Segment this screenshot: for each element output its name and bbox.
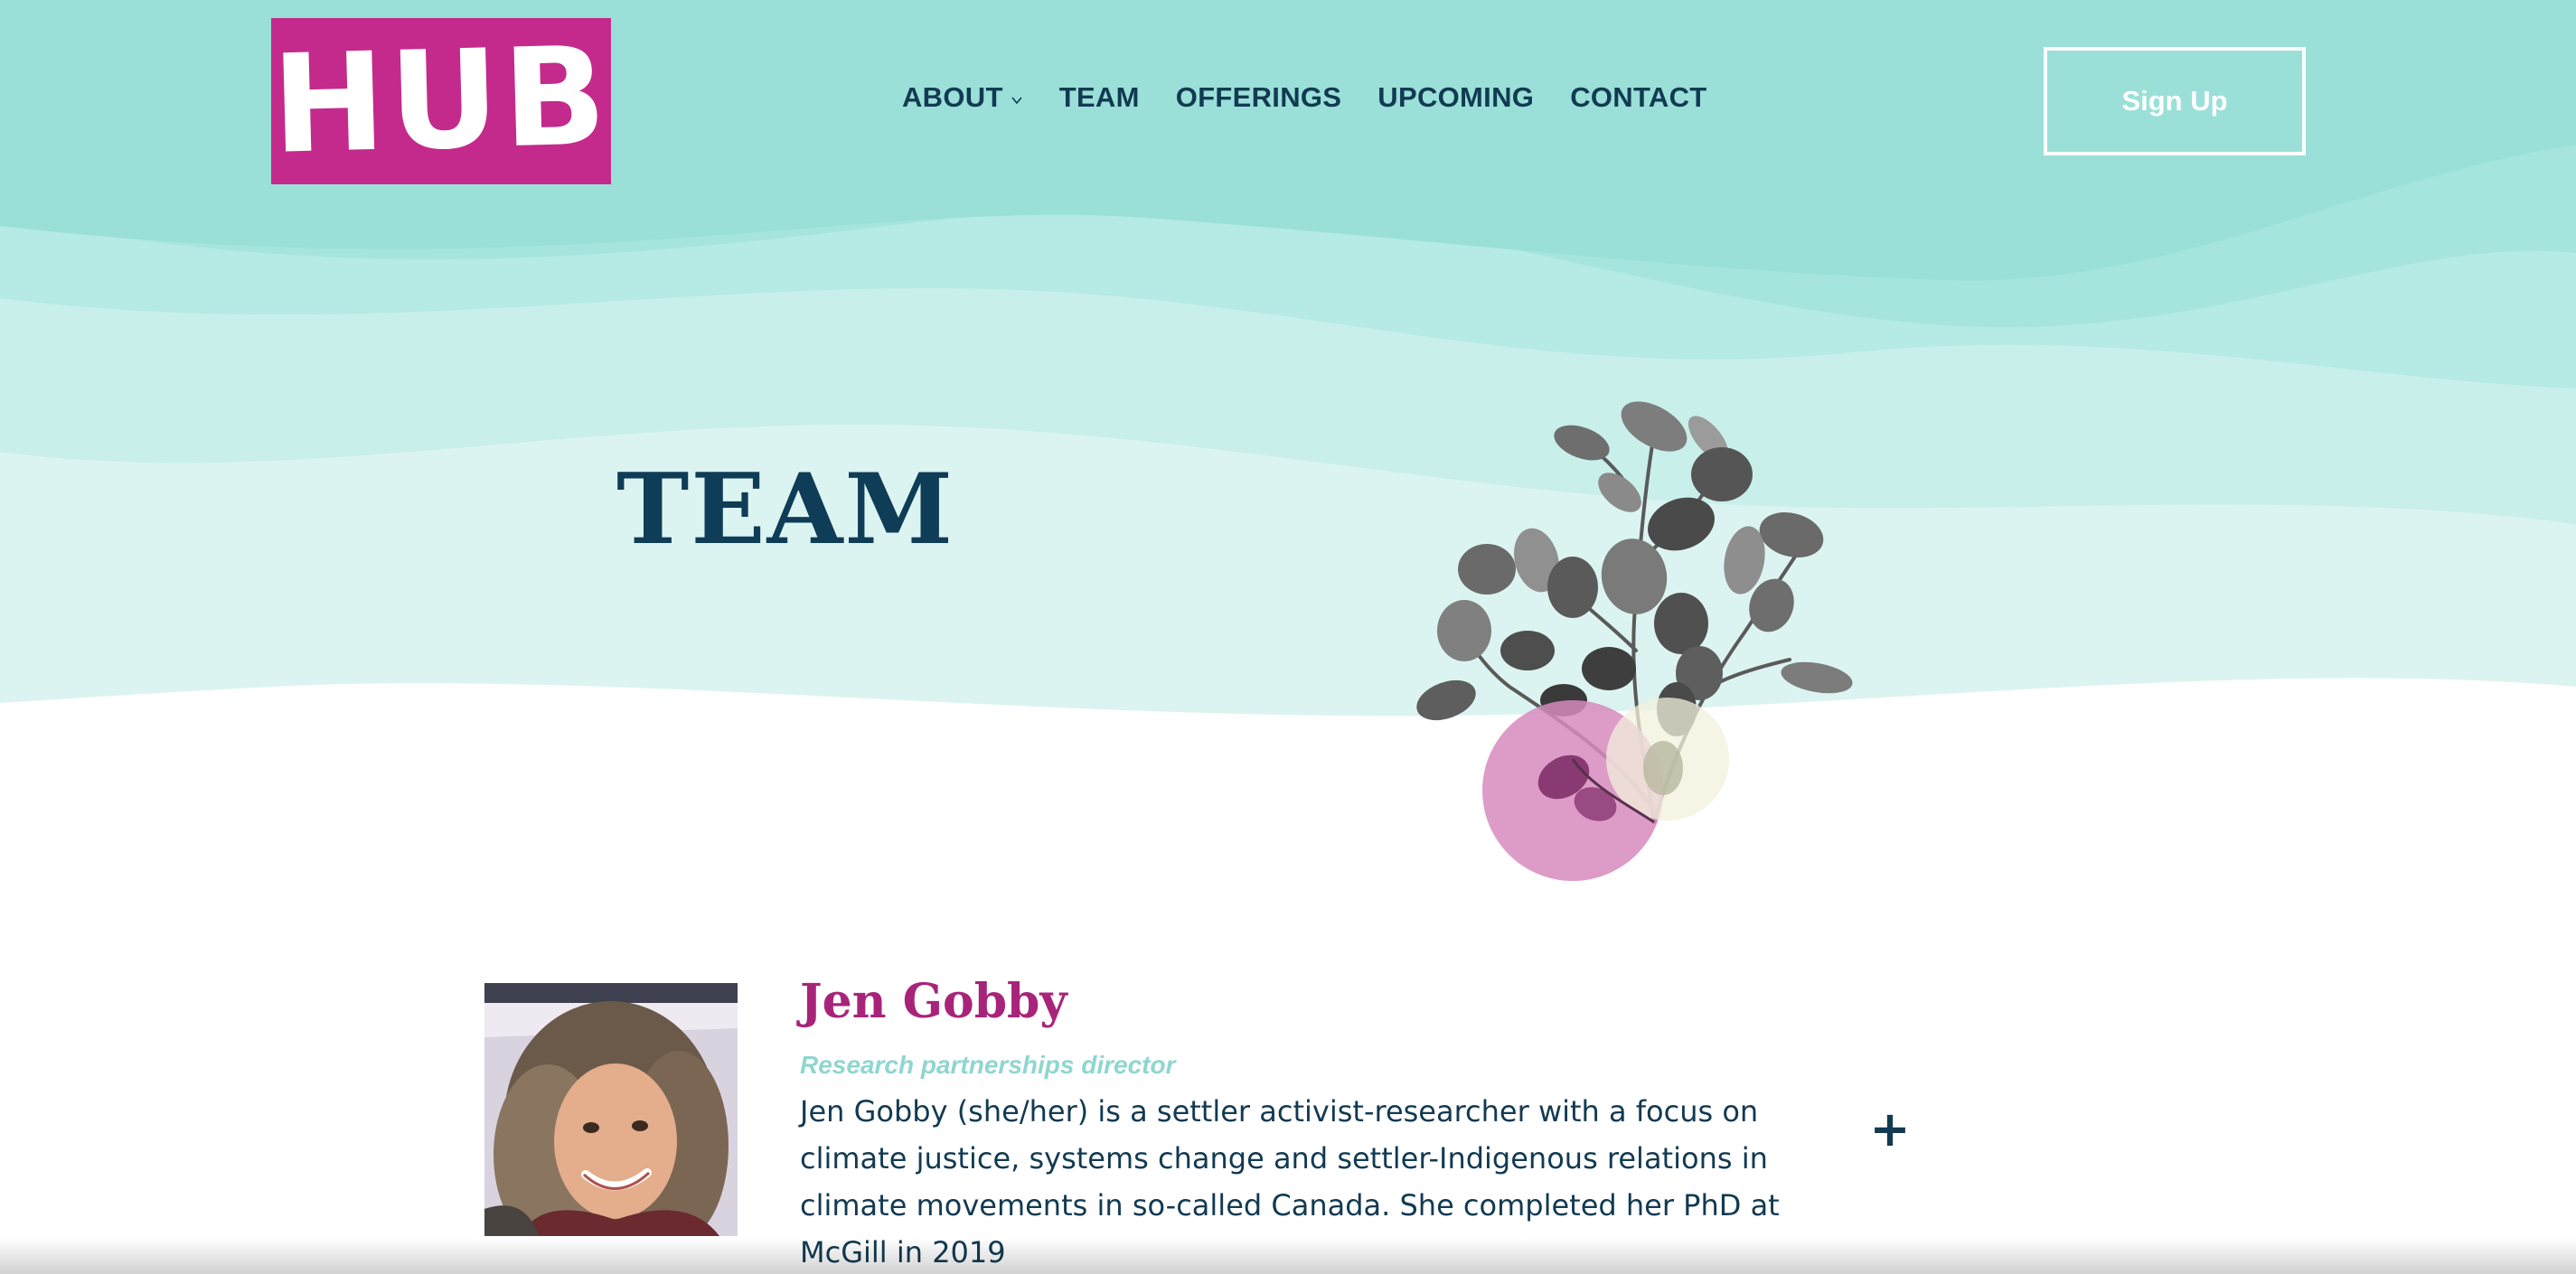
nav-item-team[interactable]: TEAM: [1059, 81, 1140, 114]
nav-about-label: ABOUT: [902, 81, 1003, 113]
nav-item-about[interactable]: ABOUT: [902, 81, 1023, 114]
nav-item-upcoming[interactable]: UPCOMING: [1377, 81, 1534, 114]
member-name: Jen Gobby: [800, 974, 1067, 1029]
member-role: Research partnerships director: [800, 1051, 1176, 1079]
chevron-down-icon: [1011, 97, 1022, 105]
nav-team-label: TEAM: [1058, 81, 1140, 113]
plus-icon[interactable]: +: [1867, 1102, 1913, 1157]
bottom-fade: [0, 1238, 2576, 1274]
hub-logo[interactable]: HUB: [269, 18, 613, 184]
nav-item-offerings[interactable]: OFFERINGS: [1176, 81, 1342, 114]
logo-text: HUB: [269, 18, 613, 184]
nav-upcoming-label: UPCOMING: [1377, 81, 1535, 113]
sign-up-button[interactable]: Sign Up: [2044, 47, 2306, 155]
main-nav: ABOUT TEAM OFFERINGS UPCOMING CONTACT: [902, 81, 1744, 114]
nav-offerings-label: OFFERINGS: [1175, 81, 1342, 113]
portrait-image: [484, 983, 738, 1236]
page-title: TEAM: [616, 453, 955, 567]
plant-illustration: [1416, 401, 1853, 881]
nav-contact-label: CONTACT: [1570, 81, 1707, 113]
member-photo: [484, 983, 738, 1236]
nav-item-contact[interactable]: CONTACT: [1570, 81, 1706, 114]
